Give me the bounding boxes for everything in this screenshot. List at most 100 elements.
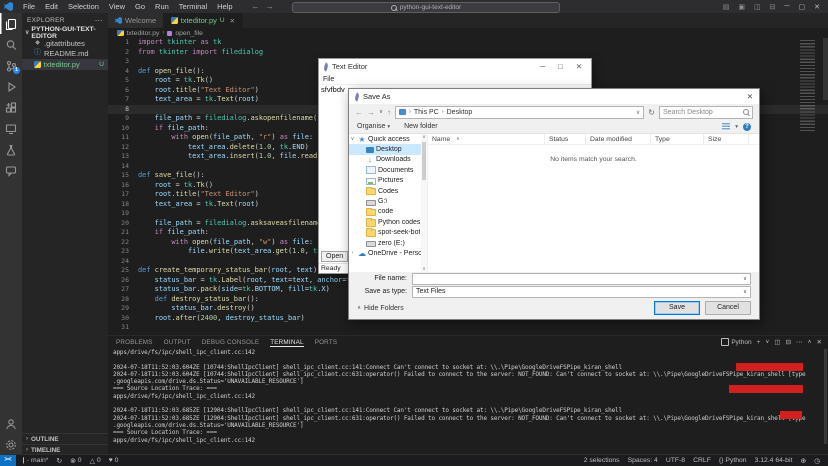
panel-tab-problems[interactable]: PROBLEMS (116, 339, 153, 346)
nav-quick-access[interactable]: ∨★Quick access (349, 134, 427, 144)
back-icon[interactable]: ← (355, 108, 363, 117)
tk-close-button[interactable]: ✕ (576, 62, 582, 71)
panel-tab-ports[interactable]: PORTS (315, 339, 338, 346)
status-sync[interactable]: ↻ (56, 457, 62, 465)
editor-scrollbar[interactable] (823, 38, 828, 100)
layout-panel-right-icon[interactable]: ◫ (754, 3, 761, 11)
menu-run[interactable]: Run (150, 0, 174, 13)
cancel-button[interactable]: Cancel (705, 301, 751, 315)
remote-explorer-icon[interactable] (0, 118, 22, 139)
command-center-search[interactable]: python-gui-text-editor (292, 2, 560, 13)
panel-tab-debug-console[interactable]: DEBUG CONSOLE (202, 339, 260, 346)
status-heart[interactable]: ♥0 (109, 457, 119, 464)
file-txteditor.py[interactable]: txteditor.pyU (22, 59, 108, 70)
nav-pictures[interactable]: Pictures∕ (349, 176, 427, 186)
account-icon[interactable] (0, 413, 22, 434)
menu-go[interactable]: Go (130, 0, 150, 13)
status-braces[interactable]: {}Python (719, 457, 747, 464)
tab-txteditor-py[interactable]: txteditor.pyU✕ (164, 13, 243, 28)
tab-welcome[interactable]: Welcome (108, 13, 164, 28)
status-globe[interactable]: ⊕ (800, 457, 806, 465)
new-terminal-icon[interactable]: + (757, 339, 761, 346)
chevron-down-icon[interactable]: ∨ (765, 339, 769, 345)
column-date-modified[interactable]: Date modified (586, 134, 651, 144)
crumb-this-pc[interactable]: This PC (414, 109, 439, 116)
terminal-output[interactable]: apps/drive/fs/ipc/shell_ipc_client.cc:14… (113, 349, 820, 455)
address-breadcrumb[interactable]: › This PC › Desktop ∨ (395, 106, 644, 119)
nav-desktop[interactable]: Desktop∕ (349, 144, 427, 154)
breadcrumb[interactable]: txteditor.py › open_file (108, 28, 828, 38)
menu-help[interactable]: Help (212, 0, 237, 13)
status-3-12-4-64-bit[interactable]: 3.12.4 64-bit (755, 457, 793, 464)
nav-python-codes[interactable]: Python codes (349, 217, 427, 227)
file-README.md[interactable]: ⓘREADME.md (22, 49, 108, 60)
layout-customize-icon[interactable]: ⊟ (770, 3, 776, 11)
file-name-input[interactable]: ∨ (412, 273, 751, 285)
column-status[interactable]: Status (545, 134, 586, 144)
terminal-scrollbar[interactable] (824, 349, 827, 444)
panel-tab-output[interactable]: OUTPUT (164, 339, 191, 346)
minimap[interactable] (800, 40, 822, 132)
menu-edit[interactable]: Edit (40, 0, 63, 13)
save-as-type-select[interactable]: Text Files ∨ (412, 286, 751, 298)
dialog-search-input[interactable]: Search Desktop (659, 106, 753, 119)
menu-file[interactable]: File (18, 0, 40, 13)
remote-indicator[interactable]: >< (0, 455, 16, 466)
view-mode-icon[interactable] (722, 123, 730, 130)
kill-terminal-icon[interactable]: ⊟ (786, 338, 791, 346)
status-crlf[interactable]: CRLF (693, 457, 711, 464)
nav-forward-icon[interactable]: → (266, 2, 274, 11)
chevron-down-icon[interactable]: ∨ (743, 289, 747, 295)
new-folder-button[interactable]: New folder (404, 123, 437, 130)
nav-onedrive-person[interactable]: ›☁OneDrive - Person (349, 248, 427, 258)
nav-downloads[interactable]: ↓Downloads∕ (349, 155, 427, 165)
layout-panel-bottom-icon[interactable]: ▣ (738, 3, 745, 11)
nav-back-icon[interactable]: ← (252, 2, 260, 11)
nav-codes[interactable]: Codes∕ (349, 186, 427, 196)
status-spaces-4[interactable]: Spaces: 4 (628, 457, 658, 464)
tk-open-button[interactable]: Open (321, 251, 348, 262)
settings-icon[interactable] (0, 434, 22, 455)
outline-section[interactable]: › OUTLINE (22, 433, 108, 444)
up-icon[interactable]: ↑ (387, 108, 391, 117)
status-bell[interactable]: ◷ (814, 457, 820, 465)
column-size[interactable]: Size (704, 134, 749, 144)
history-dropdown-icon[interactable]: ∨ (379, 109, 383, 115)
layout-panel-left-icon[interactable]: ▤ (723, 3, 730, 11)
nav-g-[interactable]: G:\∕ (349, 196, 427, 206)
expander-icon[interactable]: ∨ (349, 136, 356, 142)
save-button[interactable]: Save (654, 301, 700, 315)
forward-icon[interactable]: → (367, 108, 375, 117)
source-control-icon[interactable]: 1 (0, 55, 22, 76)
menu-terminal[interactable]: Terminal (174, 0, 212, 13)
run-debug-icon[interactable] (0, 76, 22, 97)
status-utf-8[interactable]: UTF-8 (666, 457, 685, 464)
window-maximize-button[interactable]: ▢ (799, 3, 806, 11)
window-close-button[interactable]: ✕ (814, 3, 820, 11)
view-dropdown-icon[interactable]: ▾ (735, 124, 738, 130)
panel-tab-terminal[interactable]: TERMINAL (270, 339, 303, 346)
help-icon[interactable]: ? (743, 123, 751, 131)
search-icon[interactable] (0, 34, 22, 55)
refresh-icon[interactable]: ↻ (648, 108, 655, 117)
chevron-down-icon[interactable]: ∨ (743, 276, 747, 282)
organise-menu[interactable]: Organise ▾ (357, 123, 390, 130)
address-dropdown-icon[interactable]: ∨ (636, 109, 640, 116)
nav-spot-seek-bot[interactable]: spot-seek-bot (349, 228, 427, 238)
explorer-icon[interactable] (0, 13, 22, 34)
column-type[interactable]: Type (651, 134, 704, 144)
dialog-file-list[interactable]: Name∧StatusDate modifiedTypeSize No item… (428, 134, 759, 272)
split-terminal-icon[interactable]: ◫ (774, 338, 780, 346)
close-tab-icon[interactable]: ✕ (230, 17, 235, 25)
nav-scrollbar[interactable]: ∧∨ (421, 134, 427, 272)
status-error[interactable]: ⊗0 (70, 457, 81, 465)
hide-folders-button[interactable]: ∧ Hide Folders (357, 305, 404, 312)
tk-maximize-button[interactable]: □ (558, 62, 563, 71)
expander-icon[interactable]: › (349, 250, 356, 256)
more-actions-icon[interactable]: ⋯ (796, 338, 803, 346)
maximize-panel-icon[interactable]: ∧ (808, 339, 812, 345)
nav-code[interactable]: code (349, 207, 427, 217)
file-.gitattributes[interactable]: ◆.gitattributes (22, 38, 108, 49)
crumb-desktop[interactable]: Desktop (447, 109, 473, 116)
tk-titlebar[interactable]: Text Editor ─ □ ✕ (319, 59, 591, 74)
